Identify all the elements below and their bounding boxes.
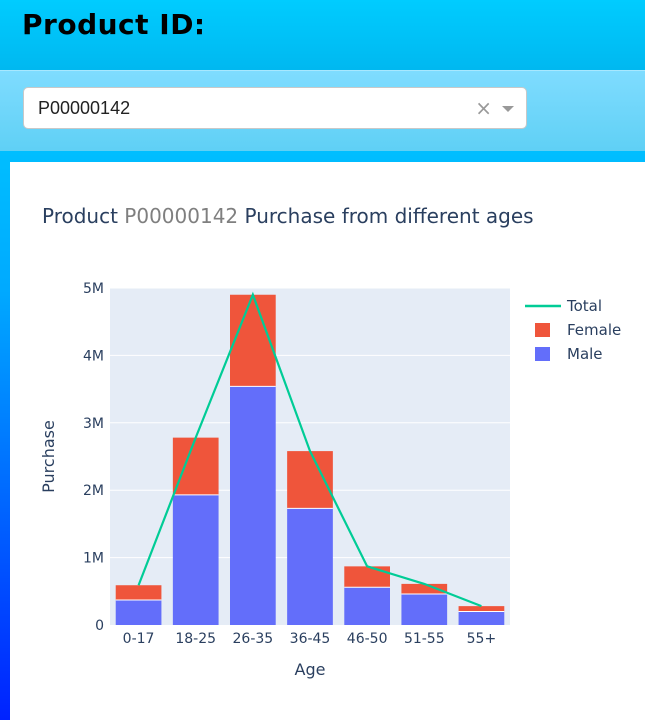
bar-female (172, 437, 219, 495)
x-tick-label: 51-55 (404, 631, 445, 647)
y-tick-label: 3M (83, 416, 104, 432)
x-tick-label: 55+ (467, 631, 497, 647)
legend-swatch-female (535, 323, 550, 337)
dropdown-selected-value: P00000142 (38, 98, 131, 118)
header-bar: Product ID: (0, 0, 645, 70)
bar-female (344, 566, 390, 588)
bar-female (287, 451, 333, 509)
x-tick-label: 36-45 (290, 631, 331, 647)
x-tick-label: 18-25 (175, 631, 216, 647)
purchase-chart: 0 1M 2M 3M 4M 5M 0-17 18-25 26-35 36-45 46-50 51-55… (39, 281, 621, 679)
bar-male (230, 386, 276, 625)
y-tick-label: 1M (83, 551, 104, 567)
header-title: Product ID: (22, 8, 206, 41)
bar-male (172, 494, 219, 625)
legend-label-male: Male (567, 345, 603, 363)
x-axis-label: Age (295, 660, 326, 679)
bar-male (401, 593, 448, 625)
bar-male (344, 587, 390, 625)
y-tick-label: 5M (83, 281, 104, 297)
clear-icon[interactable]: × (475, 96, 492, 120)
bar-female (115, 585, 162, 601)
chevron-down-icon[interactable] (502, 106, 514, 112)
y-axis-label: Purchase (39, 420, 58, 493)
legend-label-female: Female (567, 321, 621, 339)
y-tick-label: 0 (95, 618, 104, 634)
y-tick-label: 2M (83, 483, 104, 499)
x-tick-label: 26-35 (233, 631, 274, 647)
y-tick-label: 4M (83, 348, 104, 364)
product-id-dropdown[interactable]: P00000142 × (23, 87, 527, 129)
bar-male (458, 611, 505, 625)
bar-female (458, 606, 505, 612)
x-tick-label: 0-17 (123, 631, 155, 647)
dropdown-band: P00000142 × (0, 70, 645, 151)
legend-label-total: Total (566, 297, 602, 315)
bar-male (287, 508, 333, 625)
legend-swatch-male (535, 347, 550, 361)
bar-male (115, 600, 162, 625)
x-tick-label: 46-50 (347, 631, 388, 647)
chart-panel: Product P00000142 Purchase from differen… (10, 162, 645, 720)
